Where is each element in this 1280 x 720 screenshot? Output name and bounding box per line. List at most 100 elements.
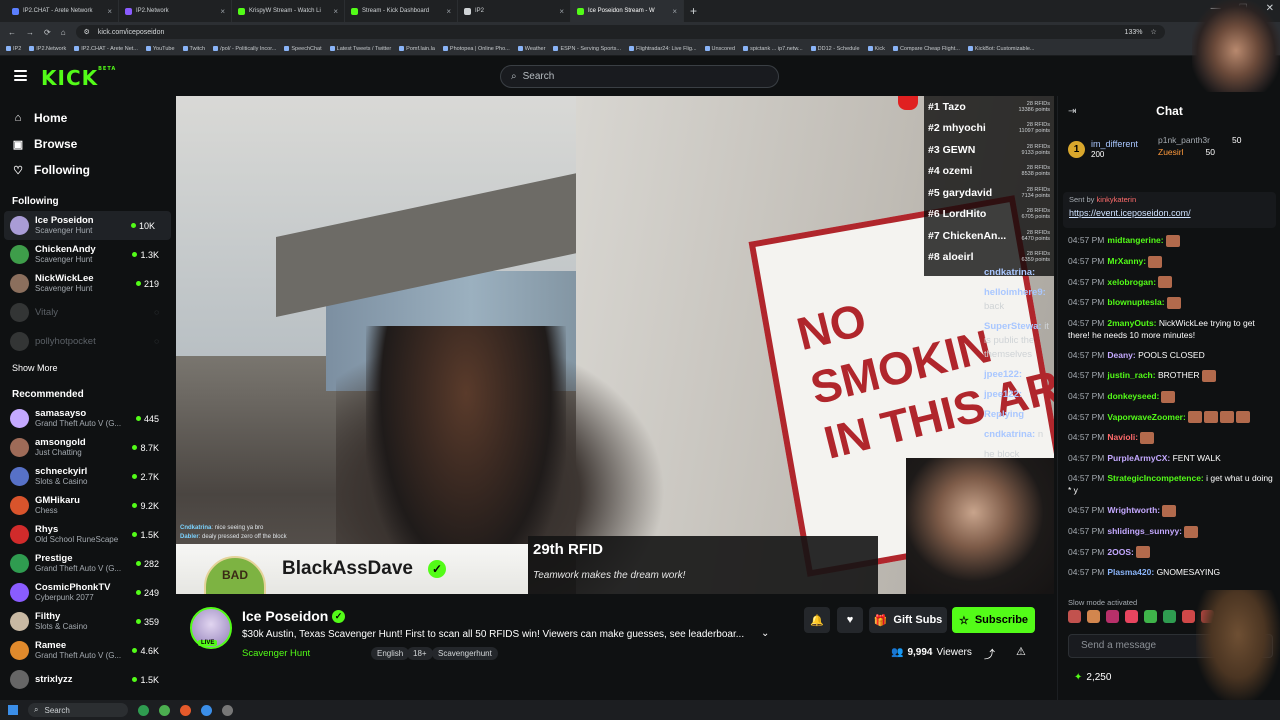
search-input[interactable]: ⌕ Search bbox=[500, 65, 779, 88]
bookmark-item[interactable]: ESPN - Serving Sports... bbox=[553, 46, 621, 52]
browser-tab[interactable]: Ice Poseidon Stream - W × bbox=[571, 0, 684, 22]
following-channel[interactable]: Vitaly ◌ bbox=[0, 298, 175, 327]
kick-logo[interactable]: KICKBETA bbox=[41, 66, 116, 90]
message-user[interactable]: 2OOS: bbox=[1107, 547, 1133, 557]
message-user[interactable]: Wrightworth: bbox=[1107, 505, 1160, 515]
bookmark-item[interactable]: /pol/ - Politically Incor... bbox=[213, 46, 276, 52]
settings-icon[interactable] bbox=[222, 704, 233, 716]
home-browser-icon[interactable]: ⌂ bbox=[61, 28, 66, 37]
message-user[interactable]: StrategicIncompetence: bbox=[1107, 473, 1203, 483]
stream-tag[interactable]: Scavengerhunt bbox=[432, 647, 498, 660]
following-channel[interactable]: Ice Poseidon Scavenger Hunt 10K bbox=[4, 211, 171, 240]
chevron-down-icon[interactable]: ⌄ bbox=[761, 628, 769, 639]
recommended-channel[interactable]: amsongold Just Chatting 8.7K bbox=[0, 433, 175, 462]
steam-icon[interactable] bbox=[201, 704, 212, 716]
chrome-icon[interactable] bbox=[159, 704, 170, 716]
bookmark-item[interactable]: Pomf.lain.la bbox=[399, 46, 435, 52]
recommended-channel[interactable]: Ramee Grand Theft Auto V (G... 4.6K bbox=[0, 636, 175, 665]
bookmark-item[interactable]: SpeechChat bbox=[284, 46, 322, 52]
browser-tab[interactable]: IP2 × bbox=[458, 0, 571, 22]
stream-tag[interactable]: English bbox=[371, 647, 410, 660]
streamer-name[interactable]: Ice Poseidon bbox=[242, 608, 328, 624]
following-channel[interactable]: ChickenAndy Scavenger Hunt 1.3K bbox=[0, 240, 175, 269]
quick-emote-icon[interactable] bbox=[1068, 610, 1081, 623]
gifter-name[interactable]: p1nk_panth3r bbox=[1158, 134, 1210, 146]
new-tab-button[interactable]: + bbox=[684, 4, 703, 18]
zoom-level[interactable]: 133% bbox=[1125, 29, 1143, 36]
browser-tab[interactable]: KrispyW Stream - Watch Li × bbox=[232, 0, 345, 22]
tab-close-icon[interactable]: × bbox=[672, 7, 677, 16]
gifter-name[interactable]: Zuesirl bbox=[1158, 146, 1184, 158]
tab-close-icon[interactable]: × bbox=[220, 7, 225, 16]
quick-emote-icon[interactable] bbox=[1144, 610, 1157, 623]
address-field[interactable]: ⚙ kick.com/iceposeidon 133% ☆ bbox=[75, 25, 1165, 39]
quick-emote-icon[interactable] bbox=[1125, 610, 1138, 623]
nav-browse[interactable]: ▣ Browse bbox=[0, 131, 175, 157]
bookmark-item[interactable]: IP2 bbox=[6, 46, 21, 52]
message-user[interactable]: justin_rach: bbox=[1107, 370, 1155, 380]
subscribe-button[interactable]: ☆ Subscribe bbox=[952, 607, 1035, 633]
gift-subs-button[interactable]: 🎁 Gift Subs bbox=[869, 607, 947, 633]
bookmark-item[interactable]: Flightradar24: Live Flig... bbox=[628, 46, 697, 52]
browser-tab[interactable]: Stream - Kick Dashboard × bbox=[345, 0, 458, 22]
message-user[interactable]: xelobrogan: bbox=[1107, 277, 1156, 287]
bookmark-item[interactable]: Weather bbox=[517, 46, 545, 52]
following-channel[interactable]: NickWickLee Scavenger Hunt 219 bbox=[0, 269, 175, 298]
tab-close-icon[interactable]: × bbox=[446, 7, 451, 16]
bookmark-item[interactable]: IP2.Network bbox=[29, 46, 66, 52]
follow-heart-button[interactable]: ♥ bbox=[837, 607, 863, 633]
recommended-channel[interactable]: samasayso Grand Theft Auto V (G... 445 bbox=[0, 404, 175, 433]
tab-close-icon[interactable]: × bbox=[107, 7, 112, 16]
recommended-channel[interactable]: schneckyirl Slots & Casino 2.7K bbox=[0, 462, 175, 491]
firefox-icon[interactable] bbox=[180, 704, 191, 716]
message-user[interactable]: PurpleArmyCX: bbox=[1107, 453, 1170, 463]
recommended-channel[interactable]: Filthy Slots & Casino 359 bbox=[0, 607, 175, 636]
recommended-channel[interactable]: strixlyzz 1.5K bbox=[0, 665, 175, 694]
bookmark-item[interactable]: spictank ... ip7.netw... bbox=[743, 46, 803, 52]
show-more-link[interactable]: Show More bbox=[0, 356, 175, 380]
bookmark-item[interactable]: Photopea | Online Pho... bbox=[442, 46, 510, 52]
bookmark-item[interactable]: DD12 - Schedule bbox=[810, 46, 860, 52]
stream-tag[interactable]: 18+ bbox=[407, 647, 433, 660]
windows-start-icon[interactable] bbox=[8, 705, 18, 715]
recommended-channel[interactable]: CosmicPhonkTV Cyberpunk 2077 249 bbox=[0, 578, 175, 607]
message-user[interactable]: 2manyOuts: bbox=[1107, 318, 1156, 328]
message-user[interactable]: MrXanny: bbox=[1107, 256, 1146, 266]
message-user[interactable]: shlidings_sunnyy: bbox=[1107, 526, 1182, 536]
quick-emote-icon[interactable] bbox=[1106, 610, 1119, 623]
share-icon[interactable]: ⤴ bbox=[984, 646, 995, 662]
forward-icon[interactable]: → bbox=[26, 28, 34, 37]
pinned-user[interactable]: kinkykaterin bbox=[1097, 195, 1137, 204]
nav-home[interactable]: ⌂ Home bbox=[0, 105, 175, 131]
tab-close-icon[interactable]: × bbox=[559, 7, 564, 16]
top-gifter-name[interactable]: im_different bbox=[1091, 139, 1138, 150]
bookmark-item[interactable]: Unscored bbox=[704, 46, 735, 52]
recommended-channel[interactable]: GMHikaru Chess 9.2K bbox=[0, 491, 175, 520]
stream-category[interactable]: Scavenger Hunt bbox=[242, 648, 310, 659]
browser-tab[interactable]: IP2.Network × bbox=[119, 0, 232, 22]
app-icon[interactable] bbox=[138, 704, 149, 716]
browser-tab[interactable]: IP2.CHAT - Arete Network × bbox=[6, 0, 119, 22]
message-user[interactable]: Navioli: bbox=[1107, 432, 1138, 442]
quick-emote-icon[interactable] bbox=[1182, 610, 1195, 623]
bookmark-item[interactable]: IP2.CHAT - Arete Net... bbox=[74, 46, 138, 52]
message-user[interactable]: VaporwaveZoomer: bbox=[1107, 412, 1185, 422]
bookmark-star-icon[interactable]: ☆ bbox=[1150, 28, 1156, 36]
taskbar-search[interactable]: ⌕ Search bbox=[28, 703, 128, 717]
tab-close-icon[interactable]: × bbox=[333, 7, 338, 16]
video-player[interactable]: NO SMOKIN IN THIS AR #1 Tazo 28 RFIDs 13386 … bbox=[176, 96, 1054, 594]
pinned-link[interactable]: https://event.iceposeidon.com/ bbox=[1069, 208, 1270, 218]
message-user[interactable]: midtangerine: bbox=[1107, 235, 1163, 245]
site-info-icon[interactable]: ⚙ bbox=[84, 28, 90, 36]
quick-emote-icon[interactable] bbox=[1163, 610, 1176, 623]
message-user[interactable]: blownuptesla: bbox=[1107, 297, 1164, 307]
message-user[interactable]: donkeyseed: bbox=[1107, 391, 1159, 401]
quick-emote-icon[interactable] bbox=[1087, 610, 1100, 623]
recommended-channel[interactable]: Rhys Old School RuneScape 1.5K bbox=[0, 520, 175, 549]
following-channel[interactable]: pollyhotpocket ◌ bbox=[0, 327, 175, 356]
channel-points[interactable]: ✦ 2,250 bbox=[1074, 672, 1111, 683]
bookmark-item[interactable]: KickBot: Customizable... bbox=[967, 46, 1034, 52]
bookmark-item[interactable]: Twitch bbox=[182, 46, 205, 52]
bookmark-item[interactable]: Latest Tweets / Twitter bbox=[329, 46, 391, 52]
recommended-channel[interactable]: Prestige Grand Theft Auto V (G... 282 bbox=[0, 549, 175, 578]
